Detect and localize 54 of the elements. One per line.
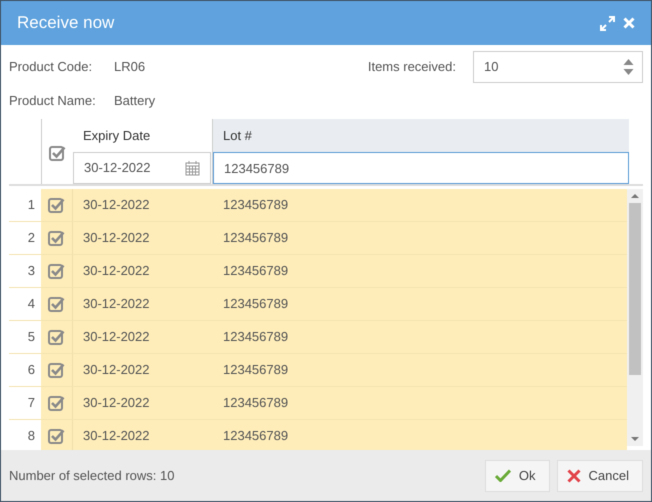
table-row[interactable]: 30-12-2022 123456789 [41, 255, 628, 288]
checked-checkbox-icon[interactable] [48, 362, 65, 378]
table-cell-text: 123456789 [222, 295, 290, 314]
table-cell-text: 123456789 [222, 361, 290, 380]
checked-checkbox-icon[interactable] [48, 394, 65, 412]
status-text: Number of selected rows: 10 [9, 466, 176, 485]
calendar-icon[interactable] [185, 160, 200, 176]
close-icon[interactable] [623, 17, 635, 29]
checkmark-icon [494, 469, 511, 482]
scrollbar[interactable] [627, 189, 643, 446]
maximize-icon[interactable] [600, 16, 615, 30]
table-cell-text: 123456789 [222, 427, 290, 446]
spinner-arrows-icon[interactable] [623, 57, 634, 77]
field-value: LR06 [114, 58, 146, 76]
column-header[interactable]: Expiry Date [73, 119, 211, 152]
table-row[interactable]: 30-12-2022 123456789 [41, 321, 628, 354]
table-row[interactable]: 30-12-2022 123456789 [41, 387, 628, 420]
table-cell-text: 30-12-2022 [82, 427, 150, 446]
field-value: Battery [114, 92, 156, 110]
table-cell-text: 30-12-2022 [82, 295, 150, 314]
field-label: Product Name: [9, 92, 97, 110]
window-title: Receive now [17, 12, 116, 34]
field-label: Product Code: [9, 58, 94, 76]
column-header[interactable]: Lot # [213, 119, 629, 152]
ok-button[interactable]: Ok [484, 460, 550, 492]
checked-checkbox-icon[interactable] [49, 145, 66, 162]
table-cell-text: 123456789 [222, 328, 290, 346]
cancel-button[interactable]: Cancel [556, 460, 643, 492]
lot-filter-field[interactable]: 123456789 [213, 152, 629, 184]
date-filter-field[interactable]: 30-12-2022 [73, 152, 211, 184]
table-row[interactable]: 30-12-2022 123456789 [41, 420, 628, 453]
checked-checkbox-icon[interactable] [48, 230, 65, 246]
table-cell-text: 30-12-2022 [82, 328, 150, 346]
checked-checkbox-icon[interactable] [48, 428, 65, 444]
table-cell-text: 123456789 [222, 262, 290, 280]
table-row[interactable]: 30-12-2022 123456789 [41, 189, 628, 222]
table-row[interactable]: 30-12-2022 123456789 [41, 288, 628, 321]
table-cell-text: 123456789 [222, 394, 290, 412]
table-cell-text: 123456789 [222, 229, 290, 248]
table-cell-text: 30-12-2022 [82, 229, 150, 248]
table-row[interactable]: 30-12-2022 123456789 [41, 354, 628, 387]
checked-checkbox-icon[interactable] [48, 296, 65, 312]
cross-icon [566, 468, 581, 482]
table-row[interactable]: 30-12-2022 123456789 [41, 222, 628, 255]
table-cell-text: 30-12-2022 [82, 262, 150, 280]
checked-checkbox-icon[interactable] [48, 196, 65, 214]
table-cell-text: 30-12-2022 [82, 361, 150, 380]
number-spinner-field[interactable]: 10 [473, 51, 643, 83]
checked-checkbox-icon[interactable] [48, 328, 65, 346]
field-label: Items received: [368, 58, 456, 76]
table-cell-text: 30-12-2022 [82, 196, 150, 214]
table-cell-text: 123456789 [222, 196, 290, 214]
checked-checkbox-icon[interactable] [48, 262, 65, 280]
table-cell-text: 30-12-2022 [82, 394, 150, 412]
